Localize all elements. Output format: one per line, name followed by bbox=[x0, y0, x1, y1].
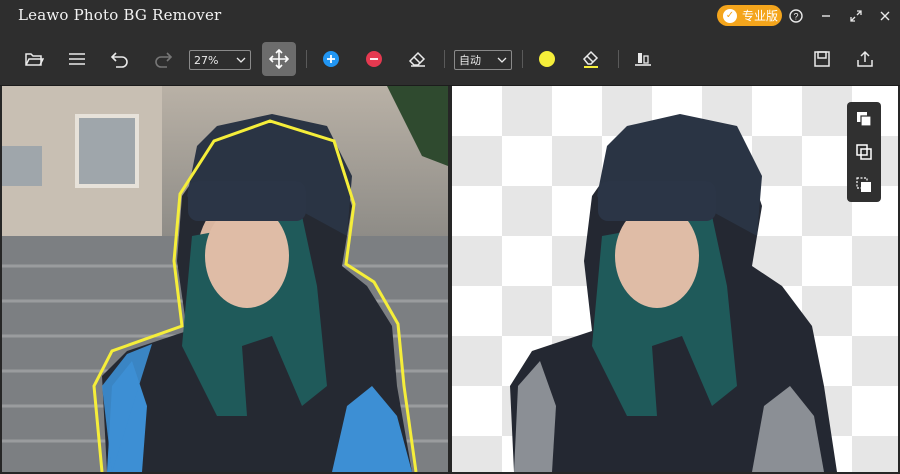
redo-icon[interactable] bbox=[146, 42, 180, 76]
pro-version-badge[interactable]: ✓ 专业版 bbox=[717, 5, 782, 26]
app-title: Leawo Photo BG Remover bbox=[18, 6, 222, 24]
align-bottom-icon[interactable] bbox=[626, 42, 660, 76]
help-icon[interactable]: ? bbox=[786, 6, 806, 26]
toolbar: 27% 自动 bbox=[0, 32, 900, 86]
title-bar: Leawo Photo BG Remover ✓ 专业版 ? bbox=[0, 0, 900, 32]
zoom-value: 27% bbox=[194, 53, 219, 67]
toolbar-divider bbox=[444, 50, 445, 68]
chevron-down-icon bbox=[497, 53, 507, 70]
add-mark-icon[interactable] bbox=[314, 42, 348, 76]
canvas-area bbox=[0, 86, 900, 474]
mode-value: 自动 bbox=[459, 54, 481, 67]
close-icon[interactable] bbox=[875, 6, 895, 26]
mode-select[interactable]: 自动 bbox=[454, 50, 512, 70]
svg-text:?: ? bbox=[793, 12, 798, 22]
toolbar-divider bbox=[618, 50, 619, 68]
original-photo bbox=[2, 86, 448, 472]
save-icon[interactable] bbox=[805, 42, 839, 76]
zoom-select[interactable]: 27% bbox=[189, 50, 251, 70]
layers-icon[interactable] bbox=[854, 175, 874, 195]
eraser-icon[interactable] bbox=[400, 42, 434, 76]
minimize-icon[interactable] bbox=[816, 6, 836, 26]
undo-icon[interactable] bbox=[103, 42, 137, 76]
original-image-canvas[interactable] bbox=[2, 86, 448, 472]
move-icon[interactable] bbox=[262, 42, 296, 76]
folder-icon[interactable] bbox=[17, 42, 51, 76]
side-toolbar bbox=[847, 102, 881, 202]
cutout-photo bbox=[510, 114, 837, 472]
export-icon[interactable] bbox=[848, 42, 882, 76]
remove-mark-icon[interactable] bbox=[357, 42, 391, 76]
toolbar-divider bbox=[306, 50, 307, 68]
erase-color-icon[interactable] bbox=[574, 42, 608, 76]
chevron-down-icon bbox=[236, 53, 246, 70]
menu-icon[interactable] bbox=[60, 42, 94, 76]
check-icon: ✓ bbox=[723, 8, 737, 23]
copy-front-icon[interactable] bbox=[854, 109, 874, 129]
maximize-icon[interactable] bbox=[846, 6, 866, 26]
toolbar-divider bbox=[522, 50, 523, 68]
copy-back-icon[interactable] bbox=[854, 142, 874, 162]
brush-color-icon[interactable] bbox=[530, 42, 564, 76]
result-preview-canvas[interactable] bbox=[452, 86, 898, 472]
pro-label: 专业版 bbox=[742, 9, 779, 23]
